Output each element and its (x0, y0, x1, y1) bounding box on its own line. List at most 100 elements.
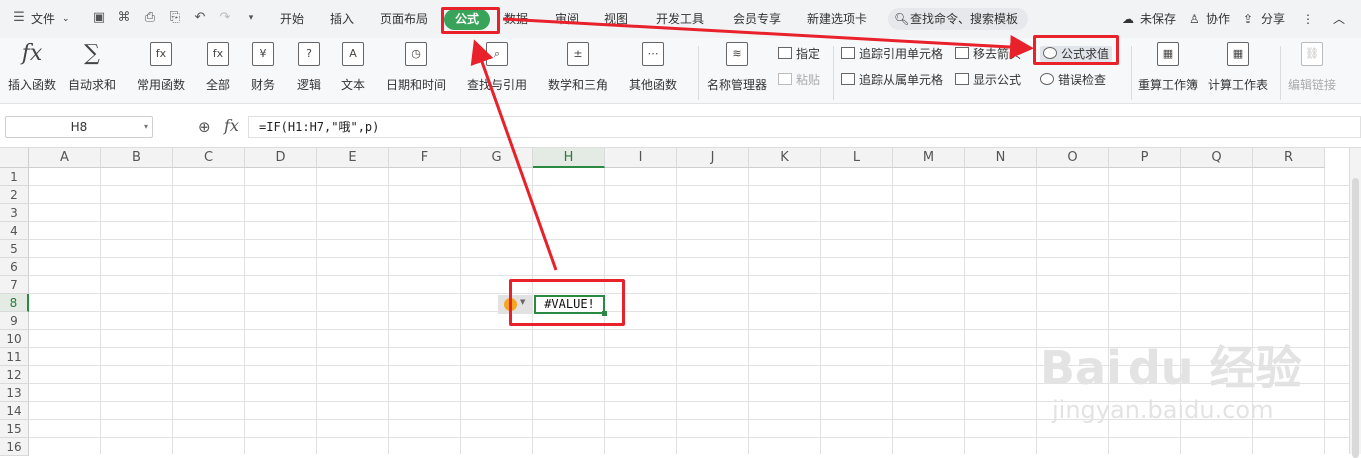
recalc-workbook-button[interactable]: ▦ 重算工作簿 (1138, 42, 1198, 93)
column-header-c[interactable]: C (173, 148, 245, 168)
tab-home[interactable]: 开始 (280, 10, 304, 28)
text-button[interactable]: A 文本 (341, 42, 365, 93)
annotation-box-evaluate-formula (1033, 35, 1119, 65)
all-functions-button[interactable]: fx 全部 (206, 42, 230, 93)
trace-precedents-icon (841, 47, 855, 59)
redo-icon[interactable]: ↷ (216, 9, 234, 27)
chevron-down-icon[interactable]: ⌄ (62, 10, 70, 28)
column-header-j[interactable]: J (677, 148, 749, 168)
row-header-5[interactable]: 5 (0, 240, 29, 258)
column-header-e[interactable]: E (317, 148, 389, 168)
math-button[interactable]: ± 数学和三角 (548, 42, 608, 93)
collaborate-button[interactable]: 协作 (1206, 10, 1230, 28)
logic-button[interactable]: ? 逻辑 (297, 42, 321, 93)
row-header-13[interactable]: 13 (0, 384, 29, 402)
name-box[interactable]: H8 ▾ (5, 116, 153, 138)
tab-view[interactable]: 视图 (604, 10, 628, 28)
row-header-11[interactable]: 11 (0, 348, 29, 366)
datetime-button[interactable]: ◷ 日期和时间 (386, 42, 446, 93)
hamburger-icon[interactable]: ☰ (10, 9, 28, 27)
share-button[interactable]: 分享 (1261, 10, 1285, 28)
column-header-p[interactable]: P (1109, 148, 1181, 168)
show-formulas-button[interactable]: 显示公式 (955, 72, 1021, 88)
baidu-watermark-logo: Bai du 经验 (1040, 341, 1302, 395)
tab-new[interactable]: 新建选项卡 (807, 10, 867, 28)
column-header-q[interactable]: Q (1181, 148, 1253, 168)
lookup-icon: ⌕ (486, 42, 508, 66)
edit-links-button[interactable]: ⛓ 编辑链接 (1288, 42, 1336, 93)
column-header-d[interactable]: D (245, 148, 317, 168)
column-header-b[interactable]: B (101, 148, 173, 168)
row-header-3[interactable]: 3 (0, 204, 29, 222)
common-functions-button[interactable]: fx 常用函数 (137, 42, 185, 93)
save-icon[interactable]: ▣ (90, 9, 108, 27)
remove-arrows-button[interactable]: 移去箭头 (955, 46, 1021, 62)
customize-quickbar-icon[interactable]: ▾ (242, 9, 260, 27)
fx-icon: fx (21, 41, 43, 66)
zoom-icon[interactable]: ⊕ (198, 118, 211, 136)
paste-button[interactable]: 粘贴 (778, 72, 820, 88)
trace-precedents-button[interactable]: 追踪引用单元格 (841, 46, 943, 62)
row-header-1[interactable]: 1 (0, 168, 29, 186)
column-header-h[interactable]: H (533, 148, 605, 168)
error-check-icon (1040, 73, 1054, 85)
row-header-9[interactable]: 9 (0, 312, 29, 330)
command-search[interactable]: 🔍︎ 查找命令、搜索模板 (888, 8, 1028, 30)
column-header-o[interactable]: O (1037, 148, 1109, 168)
tab-page-layout[interactable]: 页面布局 (380, 10, 428, 28)
fx-icon[interactable]: fx (224, 116, 239, 135)
print-preview-icon[interactable]: ⎘ (166, 9, 184, 27)
scrollbar-thumb[interactable] (1352, 178, 1359, 458)
trace-dependents-button[interactable]: 追踪从属单元格 (841, 72, 943, 88)
select-all-corner[interactable] (0, 148, 29, 168)
column-header-g[interactable]: G (461, 148, 533, 168)
tab-data[interactable]: 数据 (504, 10, 528, 28)
file-menu[interactable]: 文件 (31, 10, 55, 28)
format-painter-icon[interactable]: ⌘ (115, 9, 133, 27)
column-header-r[interactable]: R (1253, 148, 1325, 168)
row-header-7[interactable]: 7 (0, 276, 29, 294)
row-header-2[interactable]: 2 (0, 186, 29, 204)
print-icon[interactable]: ⎙ (141, 9, 159, 27)
row-header-4[interactable]: 4 (0, 222, 29, 240)
row-header-6[interactable]: 6 (0, 258, 29, 276)
math-icon: ± (567, 42, 589, 66)
row-header-14[interactable]: 14 (0, 402, 29, 420)
formula-input[interactable]: =IF(H1:H7,"哦",p) (248, 116, 1361, 138)
column-header-a[interactable]: A (29, 148, 101, 168)
more-icon[interactable]: ⋮ (1302, 10, 1314, 28)
finance-button[interactable]: ¥ 财务 (251, 42, 275, 93)
row-header-10[interactable]: 10 (0, 330, 29, 348)
row-header-8[interactable]: 8 (0, 294, 29, 312)
tab-developer[interactable]: 开发工具 (656, 10, 704, 28)
column-header-l[interactable]: L (821, 148, 893, 168)
vertical-scrollbar[interactable] (1349, 148, 1361, 458)
unsaved-status[interactable]: 未保存 (1140, 10, 1176, 28)
tab-review[interactable]: 审阅 (555, 10, 579, 28)
autosum-button[interactable]: ∑ 自动求和 (68, 42, 116, 93)
tab-insert[interactable]: 插入 (330, 10, 354, 28)
insert-function-button[interactable]: fx 插入函数 (8, 42, 56, 93)
watermark-url: jingyan.baidu.com (1052, 396, 1274, 424)
lookup-button[interactable]: ⌕ 查找与引用 (467, 42, 527, 93)
undo-icon[interactable]: ↶ (191, 9, 209, 27)
column-header-k[interactable]: K (749, 148, 821, 168)
sigma-icon: ∑ (84, 41, 100, 66)
row-header-12[interactable]: 12 (0, 366, 29, 384)
column-header-i[interactable]: I (605, 148, 677, 168)
chevron-down-icon[interactable]: ▾ (144, 117, 148, 137)
tab-member[interactable]: 会员专享 (733, 10, 781, 28)
specify-button[interactable]: 指定 (778, 46, 820, 62)
row-header-15[interactable]: 15 (0, 420, 29, 438)
other-functions-button[interactable]: ⋯ 其他函数 (629, 42, 677, 93)
annotation-box-formula-tab (441, 7, 500, 34)
column-header-m[interactable]: M (893, 148, 965, 168)
divider (1131, 46, 1132, 100)
error-check-button[interactable]: 错误检查 (1040, 72, 1106, 88)
name-manager-button[interactable]: ≋ 名称管理器 (707, 42, 767, 93)
collapse-icon[interactable]: ︿ (1333, 10, 1345, 28)
row-header-16[interactable]: 16 (0, 438, 29, 456)
column-header-f[interactable]: F (389, 148, 461, 168)
column-header-n[interactable]: N (965, 148, 1037, 168)
calc-sheet-button[interactable]: ▦ 计算工作表 (1208, 42, 1268, 93)
